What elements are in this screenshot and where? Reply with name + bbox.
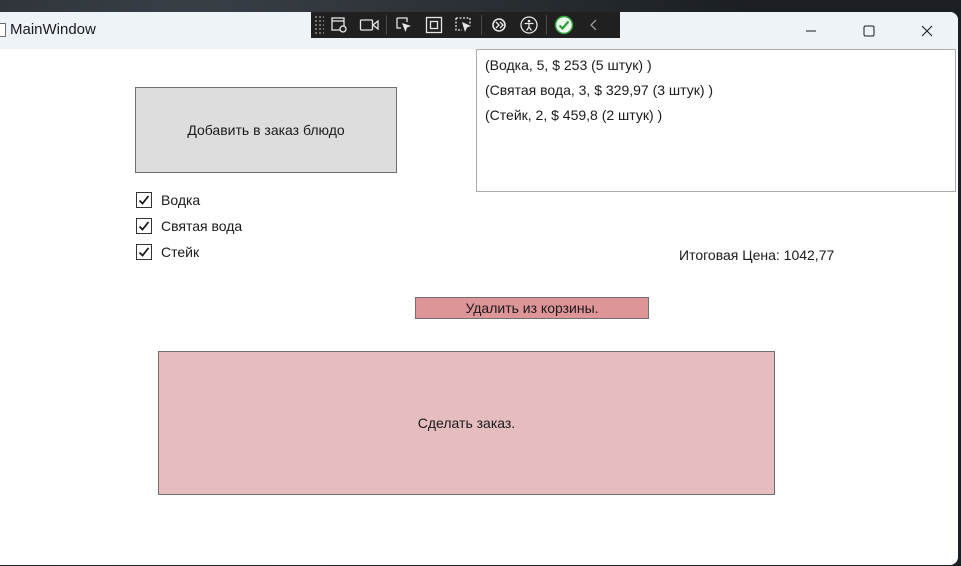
total-price-label: Итоговая Цена: 1042,77 [679,247,835,263]
checkmark-icon [138,221,150,231]
accessibility-icon[interactable] [514,12,544,38]
record-icon[interactable] [354,12,384,38]
select-element-icon[interactable] [389,12,419,38]
collapse-icon[interactable] [579,12,609,38]
close-button[interactable] [898,12,956,49]
list-item[interactable]: (Водка, 5, $ 253 (5 штук) ) [477,56,955,81]
list-item[interactable]: (Стейк, 2, $ 459,8 (2 штук) ) [477,106,955,131]
hot-reload-icon[interactable] [484,12,514,38]
list-item[interactable]: (Святая вода, 3, $ 329,97 (3 штук) ) [477,81,955,106]
live-visual-tree-icon[interactable] [324,12,354,38]
dish-checkbox-holy-water[interactable]: Святая вода [136,217,242,235]
close-icon [921,25,933,36]
place-order-button[interactable]: Сделать заказ. [158,351,775,495]
window-content: Добавить в заказ блюдо Водка Святая вода [0,49,958,565]
display-layout-adorners-icon[interactable] [419,12,449,38]
app-icon [0,23,6,37]
checkmark-icon [138,247,150,257]
dish-label: Водка [161,192,201,208]
add-to-order-button[interactable]: Добавить в заказ блюдо [135,87,397,173]
minimize-button[interactable] [782,12,840,49]
checkbox-box[interactable] [136,192,152,208]
minimize-icon [806,30,816,31]
maximize-icon [863,25,875,36]
toolbar-separator [386,15,387,35]
toolbar-grip[interactable] [314,15,324,35]
checkbox-box[interactable] [136,244,152,260]
dish-label: Стейк [161,244,200,260]
dish-label: Святая вода [161,218,243,234]
checkbox-box[interactable] [136,218,152,234]
binding-check-icon[interactable] [549,12,579,38]
maximize-button[interactable] [840,12,898,49]
toolbar-separator [546,15,547,35]
track-focus-icon[interactable] [449,12,479,38]
toolbar-separator [481,15,482,35]
xaml-debug-toolbar [311,12,620,38]
main-window: MainWindow Добавить в заказ блюдо Водка … [0,12,958,565]
remove-from-cart-button[interactable]: Удалить из корзины. [415,297,649,319]
cart-list[interactable]: (Водка, 5, $ 253 (5 штук) ) (Святая вода… [476,49,956,192]
checkmark-icon [138,195,150,205]
dish-checkbox-steak[interactable]: Стейк [136,243,199,261]
window-title: MainWindow [10,21,96,38]
dish-checkbox-vodka[interactable]: Водка [136,191,200,209]
